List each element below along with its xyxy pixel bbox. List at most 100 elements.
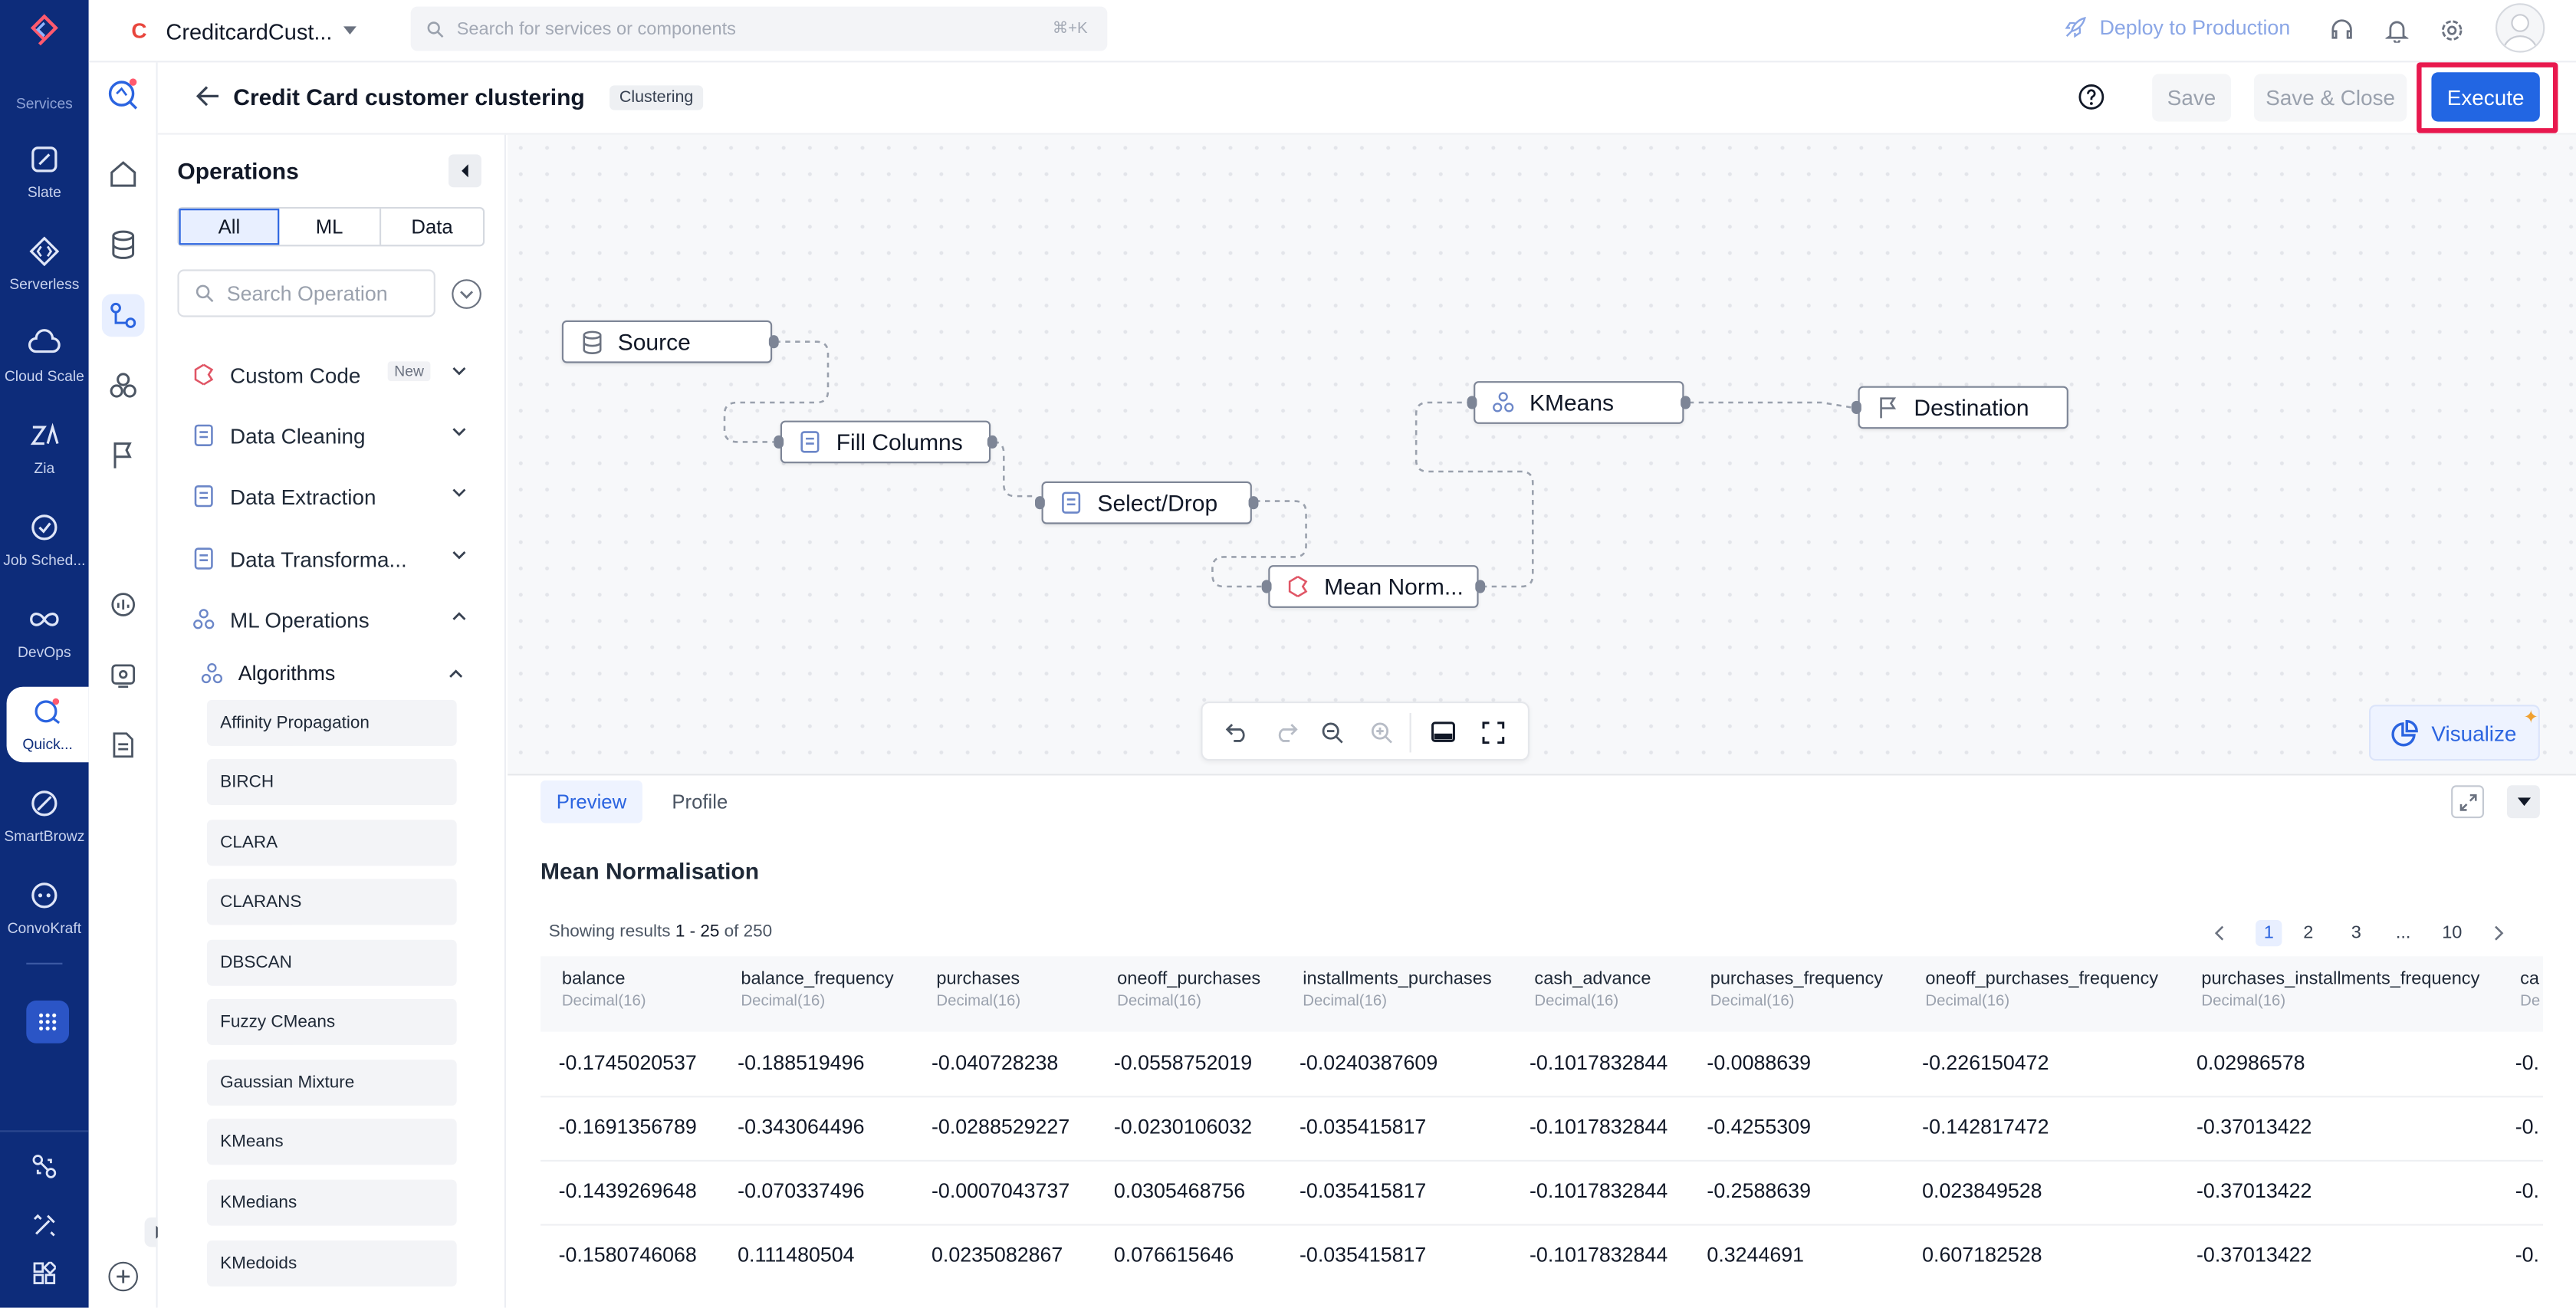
category-data-cleaning[interactable]: Data Cleaning — [177, 409, 483, 462]
tools-icon[interactable] — [31, 1212, 58, 1238]
page-3-button[interactable]: 3 — [2351, 923, 2361, 943]
input-port[interactable] — [1852, 400, 1861, 414]
algorithm-item[interactable]: KMedoids — [207, 1240, 457, 1287]
column-header[interactable]: oneoff_purchases_frequency Decimal(16) — [1925, 969, 2158, 1011]
output-port[interactable] — [768, 335, 779, 349]
page-2-button[interactable]: 2 — [2303, 923, 2313, 943]
rail-item-quickml[interactable]: Quick... — [6, 686, 89, 763]
execute-button[interactable]: Execute — [2431, 72, 2540, 122]
node-source[interactable]: Source — [561, 320, 779, 363]
page-1-button[interactable]: 1 — [2256, 920, 2282, 947]
panel-toggle-icon[interactable] — [1431, 721, 1455, 743]
input-port[interactable] — [1035, 496, 1045, 510]
output-port[interactable] — [1475, 580, 1486, 593]
output-port[interactable] — [987, 435, 997, 449]
node-destination[interactable]: Destination — [1852, 386, 2068, 429]
column-header[interactable]: balance Decimal(16) — [562, 969, 646, 1011]
add-circle-icon[interactable] — [108, 1261, 138, 1292]
back-arrow-icon[interactable] — [196, 85, 220, 107]
algorithm-item[interactable]: KMedians — [207, 1179, 457, 1226]
zoom-in-icon[interactable] — [1370, 721, 1393, 744]
input-port[interactable] — [1467, 396, 1477, 409]
home-icon[interactable] — [102, 153, 145, 196]
node-fill-columns[interactable]: Fill Columns — [774, 420, 997, 464]
node-kmeans[interactable]: KMeans — [1467, 381, 1691, 424]
column-header[interactable]: cash_advance Decimal(16) — [1534, 969, 1651, 1011]
column-header[interactable]: purchases_frequency Decimal(16) — [1710, 969, 1883, 1011]
subcategory-algorithms[interactable]: Algorithms — [200, 654, 463, 693]
rail-item-job-scheduling[interactable]: Job Sched... — [0, 509, 89, 594]
column-header[interactable]: purchases_installments_frequency Decimal(… — [2201, 969, 2479, 1011]
fit-screen-icon[interactable] — [1482, 721, 1505, 744]
output-port[interactable] — [1681, 396, 1691, 409]
category-custom-code[interactable]: Custom Code New — [177, 348, 483, 401]
rail-item-smartbrowz[interactable]: SmartBrowz — [0, 785, 89, 870]
algorithm-item[interactable]: Fuzzy CMeans — [207, 998, 457, 1045]
rail-item-slate[interactable]: Slate — [0, 141, 89, 226]
input-port[interactable] — [1261, 580, 1272, 593]
datastore-icon[interactable] — [102, 223, 145, 266]
filter-tab-data[interactable]: Data — [381, 209, 483, 245]
save-button[interactable]: Save — [2152, 74, 2231, 122]
models-icon[interactable] — [102, 365, 145, 408]
quickml-logo-icon[interactable] — [102, 72, 145, 115]
input-port[interactable] — [774, 435, 784, 449]
algorithm-item[interactable]: CLARA — [207, 820, 457, 866]
flag-icon[interactable] — [102, 434, 145, 477]
output-port[interactable] — [1248, 496, 1259, 510]
zoom-out-icon[interactable] — [1321, 721, 1344, 744]
column-header[interactable]: balance_frequency Decimal(16) — [741, 969, 893, 1011]
algorithm-item[interactable]: KMeans — [207, 1119, 457, 1165]
visualize-button[interactable]: Visualize — [2369, 705, 2540, 761]
category-data-transformation[interactable]: Data Transforma... — [177, 532, 483, 585]
apps-grid-button[interactable] — [26, 1001, 69, 1043]
algorithm-item[interactable]: BIRCH — [207, 758, 457, 805]
filter-tab-all[interactable]: All — [179, 209, 280, 245]
page-10-button[interactable]: 10 — [2442, 923, 2462, 943]
node-mean-normalisation[interactable]: Mean Norm... — [1261, 565, 1486, 608]
user-avatar[interactable] — [2496, 3, 2545, 53]
rail-item-devops[interactable]: DevOps — [0, 601, 89, 686]
collapse-panel-button[interactable] — [449, 154, 481, 188]
rail-item-cloud-scale[interactable]: Cloud Scale — [0, 325, 89, 410]
deploy-to-production-button[interactable]: Deploy to Production — [2063, 16, 2290, 39]
collapse-preview-button[interactable] — [2507, 785, 2540, 819]
integrations-icon[interactable] — [31, 1153, 58, 1179]
pipelines-icon[interactable] — [101, 294, 145, 337]
node-select-drop[interactable]: Select/Drop — [1035, 481, 1259, 524]
settings-gear-icon[interactable] — [2440, 18, 2464, 43]
column-header[interactable]: oneoff_purchases Decimal(16) — [1117, 969, 1260, 1011]
search-operation-input[interactable]: Search Operation — [177, 269, 435, 317]
redo-icon[interactable] — [1275, 721, 1298, 743]
help-icon[interactable] — [2078, 84, 2104, 110]
tab-profile[interactable]: Profile — [662, 781, 738, 823]
project-selector[interactable]: C CreditcardCust... — [131, 13, 410, 49]
monitoring-icon[interactable] — [102, 583, 145, 626]
column-header[interactable]: installments_purchases Decimal(16) — [1303, 969, 1491, 1011]
rail-item-zia[interactable]: Zia — [0, 417, 89, 502]
support-headset-icon[interactable] — [2330, 18, 2354, 43]
next-page-icon[interactable] — [2493, 925, 2503, 941]
category-data-extraction[interactable]: Data Extraction — [177, 470, 483, 523]
expand-preview-button[interactable] — [2451, 785, 2484, 819]
algorithm-item[interactable]: CLARANS — [207, 879, 457, 925]
shield-gear-icon[interactable] — [102, 654, 145, 697]
rail-item-convokraft[interactable]: ConvoKraft — [0, 877, 89, 962]
prev-page-icon[interactable] — [2206, 925, 2233, 941]
category-ml-operations[interactable]: ML Operations — [177, 593, 483, 646]
document-icon[interactable] — [102, 723, 145, 766]
algorithm-item[interactable]: Gaussian Mixture — [207, 1060, 457, 1106]
rail-item-serverless[interactable]: Serverless — [0, 233, 89, 318]
tab-preview[interactable]: Preview — [540, 780, 642, 823]
widgets-icon[interactable] — [33, 1261, 56, 1285]
save-and-close-button[interactable]: Save & Close — [2254, 74, 2407, 122]
column-header[interactable]: purchases Decimal(16) — [936, 969, 1020, 1011]
algorithm-item[interactable]: DBSCAN — [207, 939, 457, 986]
filter-dropdown-button[interactable] — [452, 279, 481, 309]
column-header[interactable]: ca De — [2520, 969, 2540, 1011]
notification-bell-icon[interactable] — [2385, 18, 2409, 43]
undo-icon[interactable] — [1225, 721, 1249, 743]
catalyst-logo-icon[interactable] — [26, 13, 62, 49]
algorithm-item[interactable]: Affinity Propagation — [207, 699, 457, 746]
pipeline-canvas[interactable]: Source Fill Columns Select/Drop Mean Nor… — [508, 134, 2576, 774]
